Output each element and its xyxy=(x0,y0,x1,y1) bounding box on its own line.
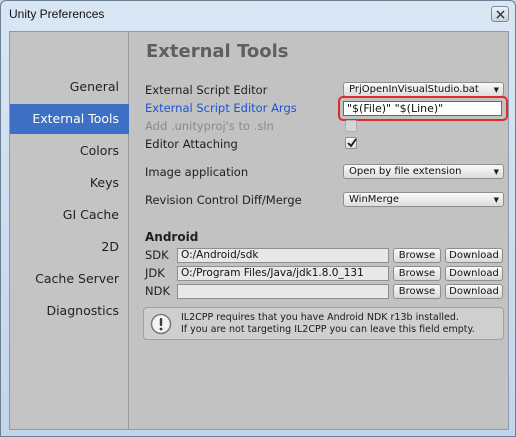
page-title: External Tools xyxy=(146,41,289,62)
external-tools-panel: External Tools External Script Editor Pr… xyxy=(130,32,508,429)
checkmark-icon xyxy=(347,138,357,148)
title-bar[interactable]: Unity Preferences xyxy=(1,1,515,31)
script-editor-dropdown[interactable]: PrjOpenInVisualStudio.bat ▼ xyxy=(343,82,504,97)
ndk-browse-button[interactable]: Browse xyxy=(393,284,441,299)
sdk-browse-button[interactable]: Browse xyxy=(393,248,441,263)
jdk-browse-button[interactable]: Browse xyxy=(393,266,441,281)
sdk-path-field[interactable]: O:/Android/sdk xyxy=(177,248,389,263)
help-text: IL2CPP requires that you have Android ND… xyxy=(181,312,475,336)
sidebar-item-2d[interactable]: 2D xyxy=(10,232,129,262)
info-icon xyxy=(150,313,172,335)
il2cpp-help-box: IL2CPP requires that you have Android ND… xyxy=(143,307,504,340)
image-app-value: Open by file extension xyxy=(349,166,462,177)
sidebar-item-external-tools[interactable]: External Tools xyxy=(10,104,129,134)
sidebar-item-general[interactable]: General xyxy=(10,72,129,102)
ndk-label: NDK xyxy=(145,284,170,298)
client-area: General External Tools Colors Keys GI Ca… xyxy=(9,31,509,430)
script-editor-label: External Script Editor xyxy=(145,83,268,97)
sdk-label: SDK xyxy=(145,248,169,262)
jdk-label: JDK xyxy=(145,266,165,280)
sdk-download-button[interactable]: Download xyxy=(445,248,503,263)
ndk-download-button[interactable]: Download xyxy=(445,284,503,299)
jdk-download-button[interactable]: Download xyxy=(445,266,503,281)
sidebar-item-cache-server[interactable]: Cache Server xyxy=(10,264,129,294)
close-icon xyxy=(495,9,505,19)
dropdown-arrow-icon: ▼ xyxy=(493,196,499,204)
editor-attaching-checkbox[interactable] xyxy=(345,137,357,149)
jdk-path-field[interactable]: O:/Program Files/Java/jdk1.8.0_131 xyxy=(177,266,389,281)
android-section-title: Android xyxy=(145,230,199,244)
script-editor-value: PrjOpenInVisualStudio.bat xyxy=(349,84,479,95)
revision-control-label: Revision Control Diff/Merge xyxy=(145,193,302,207)
sidebar: General External Tools Colors Keys GI Ca… xyxy=(10,32,129,429)
image-app-dropdown[interactable]: Open by file extension ▼ xyxy=(343,164,504,179)
window-title: Unity Preferences xyxy=(9,7,105,21)
revision-control-value: WinMerge xyxy=(349,194,399,205)
close-button[interactable] xyxy=(491,6,509,22)
script-args-label: External Script Editor Args xyxy=(145,101,297,115)
editor-attaching-label: Editor Attaching xyxy=(145,137,238,151)
preferences-window: Unity Preferences General External Tools… xyxy=(0,0,516,437)
sidebar-item-gi-cache[interactable]: GI Cache xyxy=(10,200,129,230)
image-app-label: Image application xyxy=(145,165,249,179)
ndk-path-field[interactable] xyxy=(177,284,389,299)
sidebar-item-keys[interactable]: Keys xyxy=(10,168,129,198)
dropdown-arrow-icon: ▼ xyxy=(493,168,499,176)
add-unityproj-checkbox[interactable] xyxy=(345,120,357,132)
help-text-line: IL2CPP requires that you have Android ND… xyxy=(181,312,459,323)
add-unityproj-label: Add .unityproj's to .sln xyxy=(145,119,274,133)
highlight-annotation xyxy=(338,96,508,121)
sidebar-item-diagnostics[interactable]: Diagnostics xyxy=(10,296,129,326)
revision-control-dropdown[interactable]: WinMerge ▼ xyxy=(343,192,504,207)
sidebar-item-colors[interactable]: Colors xyxy=(10,136,129,166)
help-text-line: If you are not targeting IL2CPP you can … xyxy=(181,324,475,335)
